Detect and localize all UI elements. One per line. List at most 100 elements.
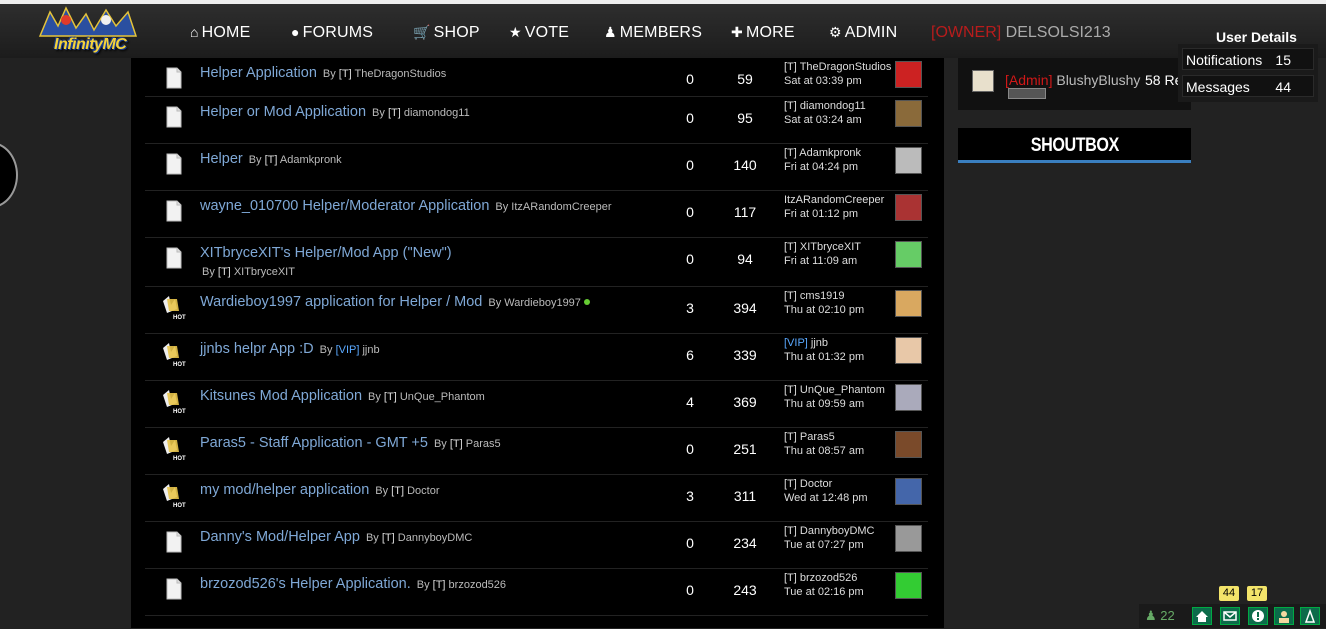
staff-member-link[interactable]: [Admin] BlushyBlushy xyxy=(1005,72,1140,88)
tray-profile-button[interactable] xyxy=(1274,607,1294,625)
thread-author[interactable]: By [T] XITbryceXIT xyxy=(202,266,295,278)
reply-count: 3 xyxy=(686,300,694,316)
thread-author[interactable]: By [T] diamondog11 xyxy=(372,107,470,119)
thread-title-link[interactable]: jjnbs helpr App :D xyxy=(200,341,314,357)
current-user-link[interactable]: [OWNER] DELSOLSI213 xyxy=(931,24,1111,42)
reply-count: 0 xyxy=(686,251,694,267)
last-poster-link[interactable]: [T] Doctor xyxy=(784,477,894,491)
last-post-time[interactable]: Tue at 07:27 pm xyxy=(784,538,894,552)
table-row[interactable]: HOT Wardieboy1997 application for Helper … xyxy=(145,287,928,334)
thread-author[interactable]: By [T] TheDragonStudios xyxy=(323,68,446,80)
avatar[interactable] xyxy=(895,337,922,364)
avatar[interactable] xyxy=(895,194,922,221)
last-post-info: [T] UnQue_Phantom Thu at 09:59 am xyxy=(784,383,894,411)
avatar[interactable] xyxy=(895,478,922,505)
thread-author[interactable]: By [VIP] jjnb xyxy=(320,344,380,356)
last-post-time[interactable]: Thu at 01:32 pm xyxy=(784,350,894,364)
thread-author[interactable]: By [T] Doctor xyxy=(375,485,439,497)
last-post-time[interactable]: Thu at 09:59 am xyxy=(784,397,894,411)
last-post-time[interactable]: Fri at 01:12 pm xyxy=(784,207,894,221)
table-row[interactable]: wayne_010700 Helper/Moderator Applicatio… xyxy=(145,191,928,238)
avatar[interactable] xyxy=(895,384,922,411)
tray-alerts-button[interactable] xyxy=(1248,607,1268,625)
nav-admin[interactable]: ⚙ ADMIN xyxy=(829,24,897,44)
table-row[interactable]: HOT Kitsunes Mod Application By [T] UnQue_… xyxy=(145,381,928,428)
avatar[interactable] xyxy=(895,572,922,599)
user-rank: [OWNER] xyxy=(931,24,1002,41)
avatar[interactable] xyxy=(895,431,922,458)
avatar[interactable] xyxy=(895,241,922,268)
notifications-link[interactable]: Notifications 15 xyxy=(1182,48,1314,70)
last-post-time[interactable]: Tue at 02:16 pm xyxy=(784,585,894,599)
last-post-time[interactable]: Wed at 12:48 pm xyxy=(784,491,894,505)
table-row[interactable]: Helper By [T] Adamkpronk 0 140 [T] Adamkpron… xyxy=(145,144,928,191)
last-post-time[interactable]: Sat at 03:39 pm xyxy=(784,74,894,88)
last-post-time[interactable]: Sat at 03:24 am xyxy=(784,113,894,127)
thread-author[interactable]: By [T] Paras5 xyxy=(434,438,501,450)
last-post-time[interactable]: Thu at 08:57 am xyxy=(784,444,894,458)
nav-shop[interactable]: 🛒 SHOP xyxy=(413,24,480,44)
thread-title-link[interactable]: my mod/helper application xyxy=(200,482,369,498)
table-row[interactable]: HOT Paras5 - Staff Application - GMT +5 By… xyxy=(145,428,928,475)
thread-author[interactable]: By [T] brzozod526 xyxy=(417,579,506,591)
avatar[interactable] xyxy=(972,70,994,92)
tray-home-button[interactable] xyxy=(1192,607,1212,625)
table-row[interactable]: XITbryceXIT's Helper/Mod App ("New") By [… xyxy=(145,238,928,287)
thread-author[interactable]: By ItzARandomCreeper xyxy=(495,201,611,213)
thread-title-link[interactable]: wayne_010700 Helper/Moderator Applicatio… xyxy=(200,198,489,214)
view-count: 117 xyxy=(733,204,757,220)
nav-vote[interactable]: ★ VOTE xyxy=(509,24,569,44)
tray-settings-button[interactable] xyxy=(1300,607,1320,625)
table-row[interactable]: HOT jjnbs helpr App :D By [VIP] jjnb 6 339 [V… xyxy=(145,334,928,381)
thread-title-link[interactable]: Danny's Mod/Helper App xyxy=(200,529,360,545)
nav-more[interactable]: ✚ MORE xyxy=(731,24,795,44)
thread-title-link[interactable]: XITbryceXIT's Helper/Mod App ("New") xyxy=(200,245,452,261)
last-poster-link[interactable]: ItzARandomCreeper xyxy=(784,193,894,207)
thread-author[interactable]: By [T] DannyboyDMC xyxy=(366,532,472,544)
nav-members[interactable]: ♟ MEMBERS xyxy=(604,24,702,44)
online-users[interactable]: ♟ 22 xyxy=(1145,608,1175,624)
last-post-time[interactable]: Fri at 04:24 pm xyxy=(784,160,894,174)
thread-title-link[interactable]: Paras5 - Staff Application - GMT +5 xyxy=(200,435,428,451)
site-logo[interactable]: InfinityMC xyxy=(36,6,140,60)
tray-messages-button[interactable] xyxy=(1220,607,1240,625)
last-poster-link[interactable]: [T] cms1919 xyxy=(784,289,894,303)
last-poster-link[interactable]: [T] brzozod526 xyxy=(784,571,894,585)
nav-home[interactable]: ⌂ HOME xyxy=(190,24,250,44)
user-details-toggle[interactable]: User Details xyxy=(1216,29,1297,45)
thread-title-link[interactable]: Helper xyxy=(200,151,243,167)
thread-title-link[interactable]: Kitsunes Mod Application xyxy=(200,388,362,404)
avatar[interactable] xyxy=(895,525,922,552)
thread-title-link[interactable]: Helper Application xyxy=(200,65,317,81)
thread-title-link[interactable]: Helper or Mod Application xyxy=(200,104,366,120)
thread-title-link[interactable]: Wardieboy1997 application for Helper / M… xyxy=(200,294,482,310)
last-post-time[interactable]: Fri at 11:09 am xyxy=(784,254,894,268)
table-row[interactable]: Helper Application By [T] TheDragonStudio… xyxy=(145,58,928,97)
avatar[interactable] xyxy=(895,100,922,127)
avatar[interactable] xyxy=(895,290,922,317)
last-poster-link[interactable]: [T] UnQue_Phantom xyxy=(784,383,894,397)
last-poster-link[interactable]: [T] diamondog11 xyxy=(784,99,894,113)
last-poster-link[interactable]: [T] Paras5 xyxy=(784,430,894,444)
avatar[interactable] xyxy=(895,147,922,174)
avatar[interactable] xyxy=(895,61,922,88)
nav-forums[interactable]: ● FORUMS xyxy=(291,24,373,44)
table-row[interactable]: brzozod526's Helper Application. By [T] b… xyxy=(145,569,928,616)
side-circle-button[interactable] xyxy=(0,142,18,208)
thread-author[interactable]: By Wardieboy1997 xyxy=(488,297,590,309)
messages-link[interactable]: Messages 44 xyxy=(1182,75,1314,97)
last-poster-link[interactable]: [T] XITbryceXIT xyxy=(784,240,894,254)
thread-author[interactable]: By [T] UnQue_Phantom xyxy=(368,391,485,403)
view-count: 369 xyxy=(733,394,757,410)
table-row[interactable]: HOT my mod/helper application By [T] Docto… xyxy=(145,475,928,522)
table-row[interactable]: Helper or Mod Application By [T] diamondo… xyxy=(145,97,928,144)
last-poster-link[interactable]: [VIP] jjnb xyxy=(784,336,894,350)
table-row[interactable]: Danny's Mod/Helper App By [T] DannyboyDMC… xyxy=(145,522,928,569)
last-poster-link[interactable]: [T] DannyboyDMC xyxy=(784,524,894,538)
thread-author[interactable]: By [T] Adamkpronk xyxy=(249,154,342,166)
thread-title-link[interactable]: brzozod526's Helper Application. xyxy=(200,576,411,592)
last-poster-link[interactable]: [T] Adamkpronk xyxy=(784,146,894,160)
last-poster-link[interactable]: [T] TheDragonStudios xyxy=(784,60,894,74)
thread-icon xyxy=(159,103,187,131)
last-post-time[interactable]: Thu at 02:10 pm xyxy=(784,303,894,317)
